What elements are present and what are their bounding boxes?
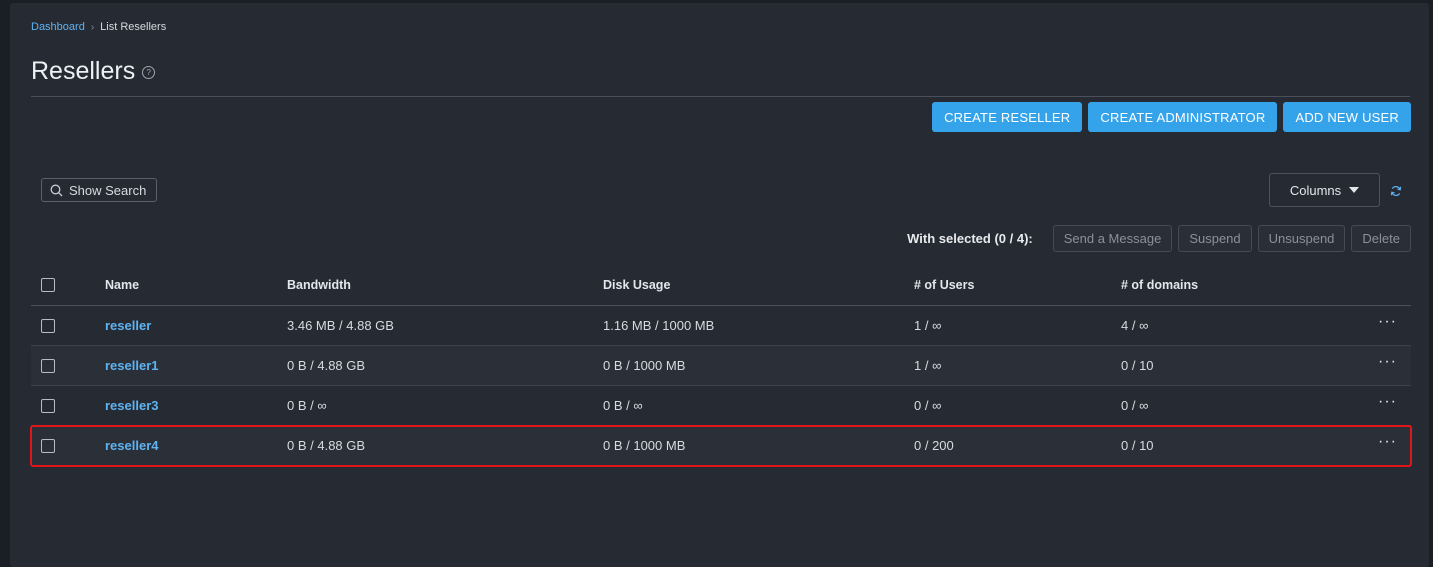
header-disk-usage[interactable]: Disk Usage <box>603 278 914 292</box>
help-icon[interactable]: ? <box>142 66 156 79</box>
resellers-table: Name Bandwidth Disk Usage # of Users # o… <box>30 265 1412 467</box>
breadcrumb-current: List Resellers <box>100 21 167 33</box>
columns-dropdown[interactable]: Columns <box>1269 173 1380 207</box>
disk-usage-cell: 0 B / 1000 MB <box>603 358 686 373</box>
caret-down-icon <box>1349 187 1360 193</box>
row-checkbox[interactable] <box>41 359 55 374</box>
reseller-name-link[interactable]: reseller1 <box>105 358 159 373</box>
send-message-button[interactable]: Send a Message <box>1052 225 1173 252</box>
users-cell: 0 / 200 <box>914 438 954 453</box>
chevron-right-icon: › <box>90 21 95 33</box>
reseller-name-link[interactable]: reseller <box>105 318 151 333</box>
bulk-actions: With selected (0 / 4): Send a Message Su… <box>907 225 1411 252</box>
bandwidth-cell: 0 B / 4.88 GB <box>287 358 366 373</box>
table-row: reseller 3.46 MB / 4.88 GB 1.16 MB / 100… <box>31 306 1411 346</box>
row-checkbox[interactable] <box>41 439 55 454</box>
domains-cell: 0 / 10 <box>1121 438 1154 453</box>
page-actions: CREATE RESELLER CREATE ADMINISTRATOR ADD… <box>932 102 1411 132</box>
suspend-button[interactable]: Suspend <box>1178 225 1252 252</box>
more-options-icon[interactable]: ··· <box>1378 353 1397 370</box>
main-panel: Dashboard › List Resellers Resellers ? C… <box>10 3 1429 567</box>
more-options-icon[interactable]: ··· <box>1378 313 1397 330</box>
header-domains[interactable]: # of domains <box>1121 278 1371 292</box>
domains-cell: 0 / ∞ <box>1121 398 1149 413</box>
row-checkbox[interactable] <box>41 319 55 334</box>
page-title: Resellers <box>31 57 136 85</box>
delete-button[interactable]: Delete <box>1351 225 1411 252</box>
unsuspend-button[interactable]: Unsuspend <box>1257 225 1346 252</box>
table-row-highlighted: reseller4 0 B / 4.88 GB 0 B / 1000 MB 0 … <box>30 425 1412 467</box>
create-reseller-button[interactable]: CREATE RESELLER <box>932 102 1083 132</box>
columns-label: Columns <box>1289 182 1342 198</box>
show-search-button[interactable]: Show Search <box>41 178 158 202</box>
bandwidth-cell: 0 B / ∞ <box>287 398 327 413</box>
table-row: reseller1 0 B / 4.88 GB 0 B / 1000 MB 1 … <box>31 346 1411 386</box>
domains-cell: 4 / ∞ <box>1121 318 1149 333</box>
table-header: Name Bandwidth Disk Usage # of Users # o… <box>31 265 1411 306</box>
page-title-wrap: Resellers ? <box>31 57 156 86</box>
create-administrator-button[interactable]: CREATE ADMINISTRATOR <box>1088 102 1278 132</box>
header-users[interactable]: # of Users <box>914 278 1121 292</box>
users-cell: 1 / ∞ <box>914 318 942 333</box>
header-name[interactable]: Name <box>105 278 287 292</box>
table-row: reseller3 0 B / ∞ 0 B / ∞ 0 / ∞ 0 / ∞ ··… <box>31 386 1411 426</box>
bandwidth-cell: 3.46 MB / 4.88 GB <box>287 318 394 333</box>
bandwidth-cell: 0 B / 4.88 GB <box>287 438 366 453</box>
select-all-checkbox[interactable] <box>41 278 55 293</box>
disk-usage-cell: 1.16 MB / 1000 MB <box>603 318 715 333</box>
show-search-label: Show Search <box>69 182 147 198</box>
search-icon <box>50 184 63 196</box>
reseller-name-link[interactable]: reseller4 <box>105 438 159 453</box>
row-checkbox[interactable] <box>41 399 55 414</box>
breadcrumb-dashboard-link[interactable]: Dashboard <box>31 21 85 33</box>
users-cell: 1 / ∞ <box>914 358 942 373</box>
divider <box>31 96 1410 97</box>
reseller-name-link[interactable]: reseller3 <box>105 398 159 413</box>
breadcrumb: Dashboard › List Resellers <box>31 21 166 33</box>
refresh-icon[interactable] <box>1390 185 1402 197</box>
disk-usage-cell: 0 B / 1000 MB <box>603 438 686 453</box>
users-cell: 0 / ∞ <box>914 398 942 413</box>
header-bandwidth[interactable]: Bandwidth <box>287 278 603 292</box>
more-options-icon[interactable]: ··· <box>1378 393 1397 410</box>
selection-count-label: With selected (0 / 4): <box>907 231 1033 246</box>
add-new-user-button[interactable]: ADD NEW USER <box>1283 102 1411 132</box>
disk-usage-cell: 0 B / ∞ <box>603 398 643 413</box>
domains-cell: 0 / 10 <box>1121 358 1154 373</box>
more-options-icon[interactable]: ··· <box>1378 433 1397 450</box>
